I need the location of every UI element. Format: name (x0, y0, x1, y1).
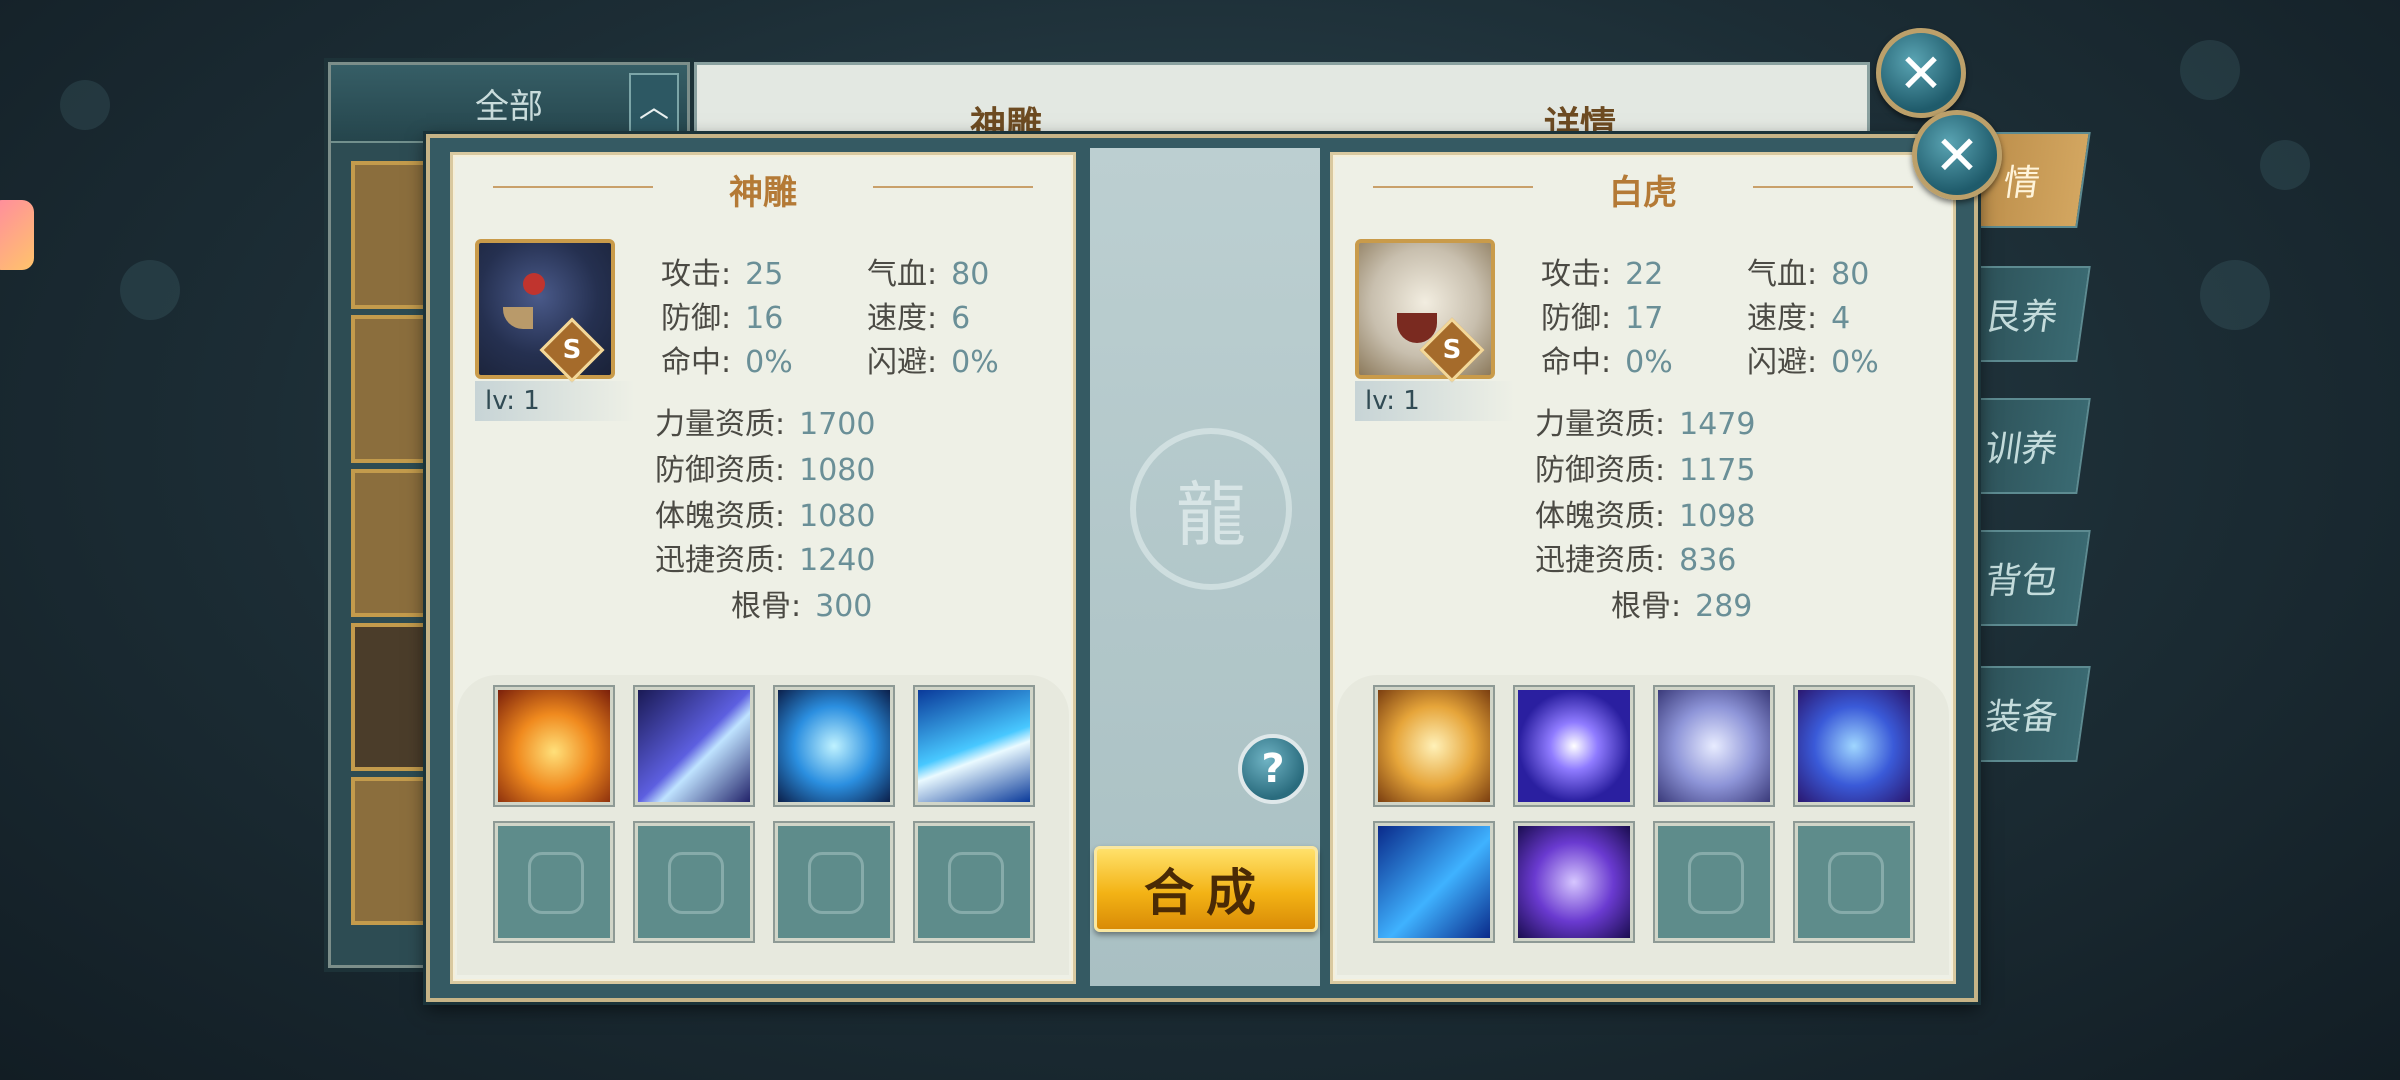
silver-vortex-icon[interactable] (1655, 687, 1773, 805)
stat-agility-aptitude: 迅捷资质: 836 (1535, 543, 1737, 578)
empty-skill-slot[interactable] (915, 823, 1033, 941)
stat-defense-aptitude: 防御资质: 1175 (1535, 453, 1756, 488)
lightning-strike-icon[interactable] (915, 687, 1033, 805)
stat-attack: 攻击: 22 (1541, 257, 1664, 292)
stat-hit: 命中: 0% (1541, 345, 1673, 380)
collapse-arrow-icon[interactable]: ︿ (629, 73, 679, 135)
pet-panel-right: 白虎 S lv: 1 攻击: 22 气血: 80 防御: 17 速度: 4 命中: 0% … (1330, 152, 1956, 984)
stat-strength-aptitude: 力量资质: 1479 (1535, 407, 1756, 442)
eagle-beak-icon (503, 307, 533, 329)
stat-agility-aptitude: 迅捷资质: 1240 (655, 543, 876, 578)
background-light (60, 80, 110, 130)
blue-heart-icon[interactable] (775, 687, 893, 805)
shield-icon[interactable] (1795, 687, 1913, 805)
background-light (120, 260, 180, 320)
skill-grid (457, 675, 1069, 975)
stat-dodge: 闪避: 0% (867, 345, 999, 380)
background-light (2260, 140, 2310, 190)
stat-strength-aptitude: 力量资质: 1700 (655, 407, 876, 442)
pet-level: lv: 1 (1355, 381, 1515, 421)
stat-dodge: 闪避: 0% (1747, 345, 1879, 380)
back-close-button[interactable]: ✕ (1876, 28, 1966, 118)
dialog-close-button[interactable]: ✕ (1912, 110, 2002, 200)
purple-orb-icon[interactable] (1515, 687, 1633, 805)
stat-hp: 气血: 80 (1747, 257, 1870, 292)
help-button[interactable]: ? (1238, 734, 1308, 804)
golden-lion-icon[interactable] (1375, 687, 1493, 805)
pet-name: 白虎 (1609, 173, 1677, 213)
claw-slash-icon[interactable] (635, 687, 753, 805)
stat-constitution-aptitude: 体魄资质: 1098 (1535, 499, 1756, 534)
stat-constitution-aptitude: 体魄资质: 1080 (655, 499, 876, 534)
empty-skill-slot[interactable] (635, 823, 753, 941)
filter-label: 全部 (475, 86, 543, 127)
dragon-emblem-icon: 龍 (1130, 428, 1292, 590)
stat-root-bone: 根骨: 289 (1611, 589, 1753, 624)
blue-beast-icon[interactable] (1375, 823, 1493, 941)
filter-header[interactable]: 全部 ︿ (331, 65, 687, 143)
background-light (2180, 40, 2240, 100)
star-icon (0, 200, 34, 270)
synthesis-dialog: 龍 ? 合成 神雕 S lv: 1 攻击: 25 气血: 80 防御: 16 速度: 6… (426, 134, 1978, 1002)
stat-root-bone: 根骨: 300 (731, 589, 873, 624)
phoenix-fire-icon[interactable] (495, 687, 613, 805)
pet-name: 神雕 (729, 173, 797, 213)
stat-speed: 速度: 4 (1747, 301, 1851, 336)
stat-attack: 攻击: 25 (661, 257, 784, 292)
pet-panel-left: 神雕 S lv: 1 攻击: 25 气血: 80 防御: 16 速度: 6 命中: 0% … (450, 152, 1076, 984)
stat-defense: 防御: 16 (661, 301, 784, 336)
empty-skill-slot[interactable] (1655, 823, 1773, 941)
empty-skill-slot[interactable] (495, 823, 613, 941)
purple-swirl-icon[interactable] (1515, 823, 1633, 941)
stat-defense: 防御: 17 (1541, 301, 1664, 336)
stat-speed: 速度: 6 (867, 301, 971, 336)
stat-defense-aptitude: 防御资质: 1080 (655, 453, 876, 488)
pet-level: lv: 1 (475, 381, 635, 421)
background-light (2200, 260, 2270, 330)
stat-hit: 命中: 0% (661, 345, 793, 380)
skill-grid (1337, 675, 1949, 975)
eagle-crest-icon (523, 273, 545, 295)
stat-hp: 气血: 80 (867, 257, 990, 292)
empty-skill-slot[interactable] (775, 823, 893, 941)
merge-button[interactable]: 合成 (1094, 846, 1318, 932)
empty-skill-slot[interactable] (1795, 823, 1913, 941)
